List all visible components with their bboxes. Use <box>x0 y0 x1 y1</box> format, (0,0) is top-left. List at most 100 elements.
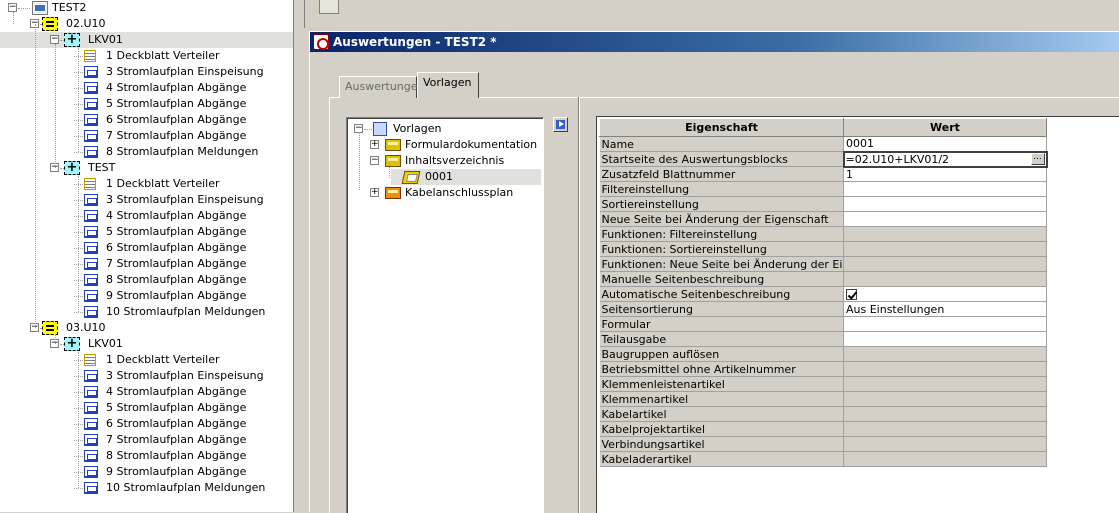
property-value[interactable]: 0001 <box>843 136 1047 152</box>
collapse-icon[interactable]: − <box>8 3 17 12</box>
property-value <box>843 271 1047 287</box>
property-name: Kabelprojektartikel <box>599 421 844 437</box>
tree-page-item[interactable]: 1 Deckblatt Verteiler <box>0 48 293 64</box>
tree-page-item[interactable]: 7 Stromlaufplan Abgänge <box>0 432 293 448</box>
property-value <box>843 406 1047 422</box>
collapse-icon[interactable]: − <box>370 156 379 165</box>
property-row: Name 0001 <box>599 136 1047 152</box>
property-value[interactable] <box>843 316 1047 332</box>
dialog-title: Auswertungen - TEST2 * <box>333 35 497 49</box>
template-group-icon <box>385 155 401 167</box>
checkbox-checked[interactable] <box>846 288 857 300</box>
tab-auswertungen[interactable]: Auswertungen <box>339 76 425 98</box>
tree-node-location[interactable]: −LKV01 <box>0 336 293 352</box>
tree-page-item[interactable]: 8 Stromlaufplan Abgänge <box>0 272 293 288</box>
tree-page-item[interactable]: 9 Stromlaufplan Abgänge <box>0 464 293 480</box>
schematic-page-icon <box>84 402 98 414</box>
tree-page-item[interactable]: 5 Stromlaufplan Abgänge <box>0 96 293 112</box>
property-name: Kabelartikel <box>599 406 844 422</box>
property-row: Funktionen: Filtereinstellung <box>599 226 1047 242</box>
tree-item-label: 7 Stromlaufplan Abgänge <box>106 433 247 446</box>
location-icon <box>64 32 80 48</box>
property-value[interactable] <box>843 181 1047 197</box>
tree-page-item[interactable]: 3 Stromlaufplan Einspeisung <box>0 192 293 208</box>
property-value[interactable]: ... =02.U10+LKV01/2 <box>842 150 1048 168</box>
tree-item-label: 4 Stromlaufplan Abgänge <box>106 209 247 222</box>
template-tree[interactable]: − Vorlagen + Formulardokumentation − Inhalt… <box>346 117 544 513</box>
property-value <box>843 241 1047 257</box>
property-value[interactable] <box>843 331 1047 347</box>
property-value[interactable] <box>843 211 1047 227</box>
tree-page-item[interactable]: 6 Stromlaufplan Abgänge <box>0 240 293 256</box>
templates-folder-icon <box>373 122 387 136</box>
schematic-page-icon <box>84 482 98 494</box>
tree-item-label: TEST <box>88 161 116 174</box>
tree-page-item[interactable]: 3 Stromlaufplan Einspeisung <box>0 64 293 80</box>
browse-button[interactable]: ... <box>1030 153 1045 165</box>
property-grid-area: Eigenschaft Wert Name 0001 Startseite des … <box>596 116 1119 513</box>
tab-vorlagen[interactable]: Vorlagen <box>417 72 479 98</box>
expand-icon[interactable]: + <box>370 140 379 149</box>
tree-root[interactable]: − TEST2 <box>0 0 293 16</box>
tree-page-item[interactable]: 3 Stromlaufplan Einspeisung <box>0 368 293 384</box>
template-tree-item[interactable]: − Inhaltsverzeichnis <box>351 153 541 169</box>
tree-page-item[interactable]: 6 Stromlaufplan Abgänge <box>0 112 293 128</box>
tree-node-location[interactable]: −LKV01 <box>0 32 293 48</box>
property-name: Seitensortierung <box>599 301 844 317</box>
tree-page-item[interactable]: 8 Stromlaufplan Abgänge <box>0 448 293 464</box>
property-row: Zusatzfeld Blattnummer 1 <box>599 166 1047 182</box>
property-name: Verbindungsartikel <box>599 436 844 452</box>
tree-page-item[interactable]: 7 Stromlaufplan Abgänge <box>0 128 293 144</box>
tree-page-item[interactable]: 6 Stromlaufplan Abgänge <box>0 416 293 432</box>
dialog-titlebar[interactable]: Auswertungen - TEST2 * <box>310 32 1119 52</box>
tree-item-label: 1 Deckblatt Verteiler <box>106 177 220 190</box>
template-root[interactable]: − Vorlagen <box>351 121 541 137</box>
template-group-icon <box>385 139 401 151</box>
property-row: Kabelprojektartikel <box>599 421 1047 437</box>
tree-page-item[interactable]: 1 Deckblatt Verteiler <box>0 352 293 368</box>
schematic-page-icon <box>84 450 98 462</box>
project-tree[interactable]: − TEST2 −02.U10−LKV011 Deckblatt Verteil… <box>0 0 294 512</box>
property-row: Baugruppen auflösen <box>599 346 1047 362</box>
tree-item-label: 02.U10 <box>66 17 106 30</box>
property-value[interactable]: Aus Einstellungen <box>843 301 1047 317</box>
schematic-page-icon <box>84 66 98 78</box>
property-value <box>843 376 1047 392</box>
tree-page-item[interactable]: 9 Stromlaufplan Abgänge <box>0 288 293 304</box>
template-item-label: 0001 <box>425 170 453 183</box>
tree-page-item[interactable]: 8 Stromlaufplan Meldungen <box>0 144 293 160</box>
template-tree-item[interactable]: + Kabelanschlussplan <box>351 185 541 201</box>
property-value[interactable] <box>843 286 1047 302</box>
tree-node-function[interactable]: −02.U10 <box>0 16 293 32</box>
property-row: Neue Seite bei Änderung der Eigenschaft <box>599 211 1047 227</box>
tree-page-item[interactable]: 5 Stromlaufplan Abgänge <box>0 224 293 240</box>
apply-template-button[interactable] <box>553 117 568 132</box>
property-name: Funktionen: Neue Seite bei Änderung der … <box>599 256 844 272</box>
template-item-label: Inhaltsverzeichnis <box>405 154 505 167</box>
tree-node-location[interactable]: −TEST <box>0 160 293 176</box>
tree-page-item[interactable]: 1 Deckblatt Verteiler <box>0 176 293 192</box>
property-value[interactable] <box>843 196 1047 212</box>
property-value[interactable]: 1 <box>843 166 1047 182</box>
property-row: Klemmenleistenartikel <box>599 376 1047 392</box>
expand-icon[interactable]: + <box>370 188 379 197</box>
tree-page-item[interactable]: 10 Stromlaufplan Meldungen <box>0 480 293 496</box>
tree-page-item[interactable]: 5 Stromlaufplan Abgänge <box>0 400 293 416</box>
property-row: Sortiereinstellung <box>599 196 1047 212</box>
location-icon <box>64 336 80 352</box>
tree-page-item[interactable]: 10 Stromlaufplan Meldungen <box>0 304 293 320</box>
schematic-page-icon <box>84 418 98 430</box>
tree-page-item[interactable]: 7 Stromlaufplan Abgänge <box>0 256 293 272</box>
tree-node-function[interactable]: −03.U10 <box>0 320 293 336</box>
tree-page-item[interactable]: 4 Stromlaufplan Abgänge <box>0 208 293 224</box>
tree-page-item[interactable]: 4 Stromlaufplan Abgänge <box>0 384 293 400</box>
tree-item-label: 1 Deckblatt Verteiler <box>106 353 220 366</box>
collapse-icon[interactable]: − <box>50 35 59 44</box>
property-row: Automatische Seitenbeschreibung <box>599 286 1047 302</box>
schematic-page-icon <box>84 82 98 94</box>
template-tree-item[interactable]: + Formulardokumentation <box>351 137 541 153</box>
property-value <box>843 346 1047 362</box>
panel-splitter[interactable] <box>578 97 580 513</box>
template-tree-item[interactable]: 0001 <box>391 169 541 185</box>
tree-page-item[interactable]: 4 Stromlaufplan Abgänge <box>0 80 293 96</box>
